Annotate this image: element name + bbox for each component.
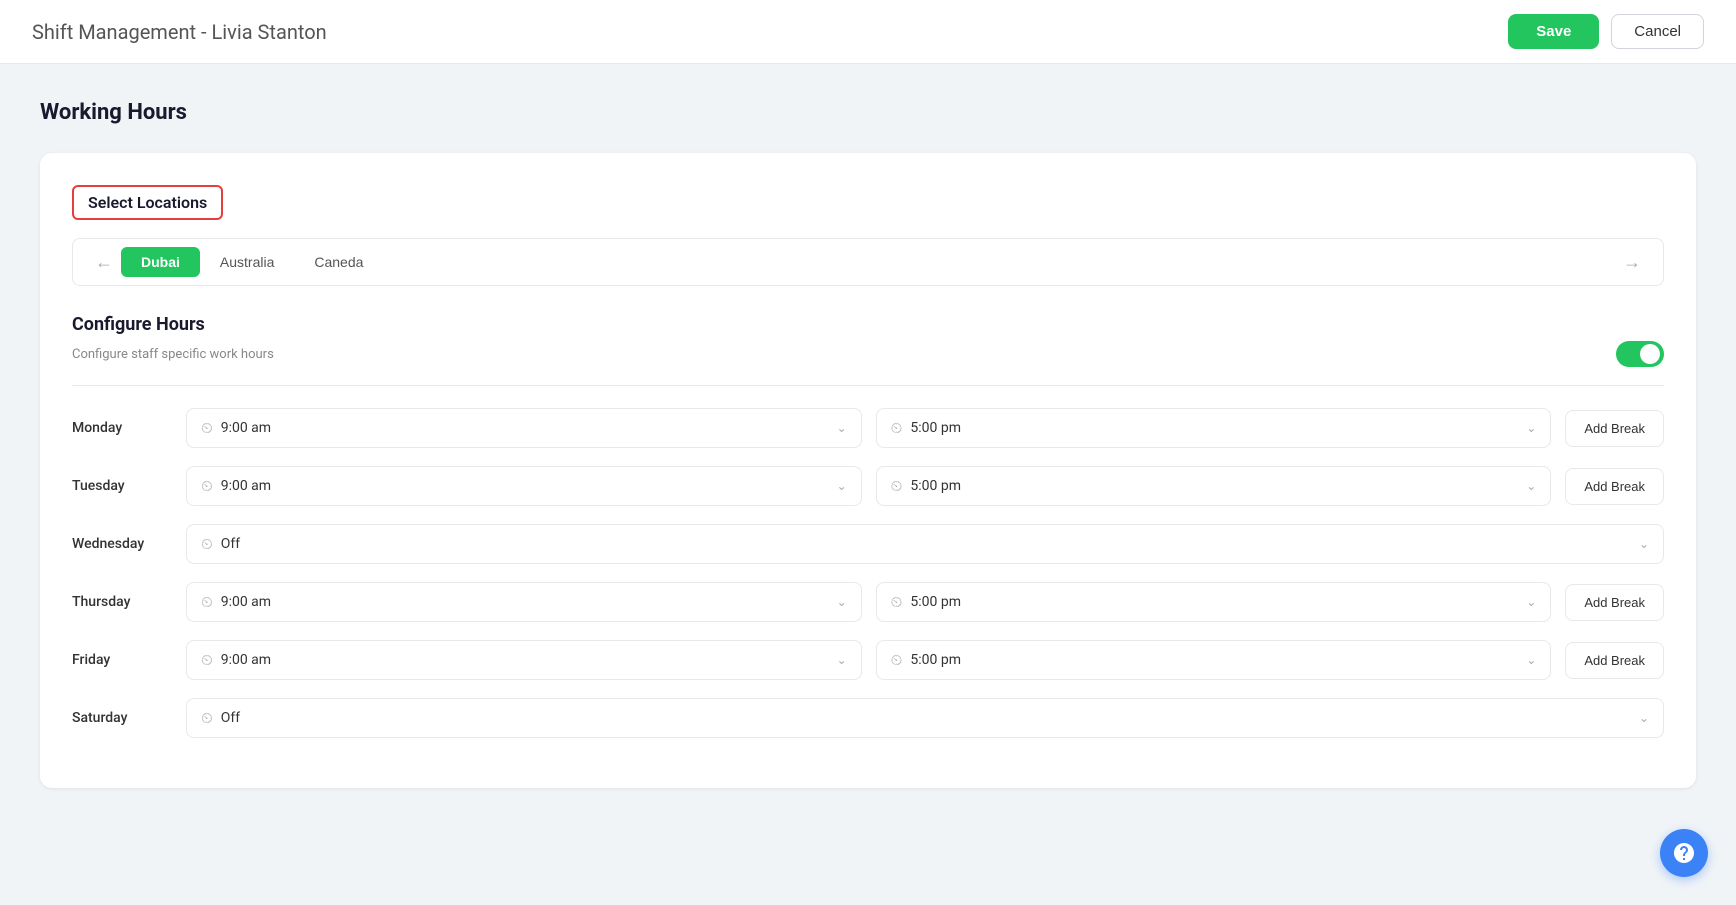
- app-title: Shift Management: [32, 20, 196, 44]
- help-icon: [1672, 841, 1696, 865]
- toggle-slider: [1616, 341, 1664, 367]
- schedule-row-wednesday: Wednesday ⏲ Off ⌄: [72, 524, 1664, 564]
- header: Shift Management - Livia Stanton Save Ca…: [0, 0, 1736, 64]
- card: Select Locations ← Dubai Australia Caned…: [40, 153, 1696, 788]
- thursday-end-value: 5:00 pm: [910, 594, 1518, 610]
- friday-end-value: 5:00 pm: [910, 652, 1518, 668]
- help-button[interactable]: [1660, 829, 1708, 877]
- saturday-start-value: Off: [221, 710, 1631, 726]
- clock-icon: ⏲: [201, 535, 213, 553]
- thursday-start-value: 9:00 am: [221, 594, 829, 610]
- location-tab-australia[interactable]: Australia: [200, 247, 294, 277]
- chevron-down-icon: ⌄: [1526, 653, 1536, 667]
- chevron-down-icon: ⌄: [837, 421, 847, 435]
- clock-icon: ⏲: [201, 477, 213, 495]
- configure-hours-toggle[interactable]: [1616, 341, 1664, 367]
- chevron-down-icon: ⌄: [837, 479, 847, 493]
- save-button[interactable]: Save: [1508, 14, 1599, 49]
- friday-start-time[interactable]: ⏲ 9:00 am ⌄: [186, 640, 862, 680]
- day-label-friday: Friday: [72, 652, 172, 668]
- location-tabs-row: ← Dubai Australia Caneda →: [72, 238, 1664, 286]
- chevron-down-icon: ⌄: [1526, 595, 1536, 609]
- clock-icon: ⏲: [201, 419, 213, 437]
- day-label-thursday: Thursday: [72, 594, 172, 610]
- clock-icon: ⏲: [201, 651, 213, 669]
- tuesday-end-time[interactable]: ⏲ 5:00 pm ⌄: [876, 466, 1552, 506]
- location-tab-caneda[interactable]: Caneda: [294, 247, 383, 277]
- schedule-row-monday: Monday ⏲ 9:00 am ⌄ ⏲ 5:00 pm ⌄ Add Break: [72, 408, 1664, 448]
- friday-end-time[interactable]: ⏲ 5:00 pm ⌄: [876, 640, 1552, 680]
- day-label-saturday: Saturday: [72, 710, 172, 726]
- chevron-down-icon: ⌄: [837, 653, 847, 667]
- location-tab-dubai[interactable]: Dubai: [121, 247, 200, 277]
- friday-start-value: 9:00 am: [221, 652, 829, 668]
- cancel-button[interactable]: Cancel: [1611, 14, 1704, 49]
- thursday-add-break-button[interactable]: Add Break: [1565, 584, 1664, 621]
- header-actions: Save Cancel: [1508, 14, 1704, 49]
- friday-add-break-button[interactable]: Add Break: [1565, 642, 1664, 679]
- chevron-down-icon: ⌄: [1526, 479, 1536, 493]
- monday-start-time[interactable]: ⏲ 9:00 am ⌄: [186, 408, 862, 448]
- page-title: Working Hours: [40, 100, 1696, 125]
- saturday-start-time[interactable]: ⏲ Off ⌄: [186, 698, 1664, 738]
- clock-icon: ⏲: [891, 419, 903, 437]
- configure-hours-description: Configure staff specific work hours: [72, 347, 274, 362]
- chevron-down-icon: ⌄: [1526, 421, 1536, 435]
- day-label-wednesday: Wednesday: [72, 536, 172, 552]
- monday-add-break-button[interactable]: Add Break: [1565, 410, 1664, 447]
- schedule-row-tuesday: Tuesday ⏲ 9:00 am ⌄ ⏲ 5:00 pm ⌄ Add Brea…: [72, 466, 1664, 506]
- thursday-end-time[interactable]: ⏲ 5:00 pm ⌄: [876, 582, 1552, 622]
- tuesday-start-time[interactable]: ⏲ 9:00 am ⌄: [186, 466, 862, 506]
- wednesday-start-time[interactable]: ⏲ Off ⌄: [186, 524, 1664, 564]
- tuesday-add-break-button[interactable]: Add Break: [1565, 468, 1664, 505]
- tabs-prev-arrow[interactable]: ←: [87, 248, 121, 277]
- chevron-down-icon: ⌄: [1639, 537, 1649, 551]
- monday-end-value: 5:00 pm: [910, 420, 1518, 436]
- day-label-monday: Monday: [72, 420, 172, 436]
- clock-icon: ⏲: [891, 477, 903, 495]
- chevron-down-icon: ⌄: [1639, 711, 1649, 725]
- header-subtitle: Livia Stanton: [212, 20, 327, 44]
- monday-end-time[interactable]: ⏲ 5:00 pm ⌄: [876, 408, 1552, 448]
- page-heading: Shift Management - Livia Stanton: [32, 20, 327, 44]
- clock-icon: ⏲: [201, 709, 213, 727]
- clock-icon: ⏲: [891, 593, 903, 611]
- monday-start-value: 9:00 am: [221, 420, 829, 436]
- thursday-start-time[interactable]: ⏲ 9:00 am ⌄: [186, 582, 862, 622]
- configure-hours-desc-row: Configure staff specific work hours: [72, 341, 1664, 367]
- clock-icon: ⏲: [201, 593, 213, 611]
- header-separator: -: [201, 20, 212, 44]
- clock-icon: ⏲: [891, 651, 903, 669]
- configure-hours-title: Configure Hours: [72, 314, 1664, 335]
- tuesday-end-value: 5:00 pm: [910, 478, 1518, 494]
- schedule-row-friday: Friday ⏲ 9:00 am ⌄ ⏲ 5:00 pm ⌄ Add Break: [72, 640, 1664, 680]
- schedule-row-thursday: Thursday ⏲ 9:00 am ⌄ ⏲ 5:00 pm ⌄ Add Bre…: [72, 582, 1664, 622]
- tuesday-start-value: 9:00 am: [221, 478, 829, 494]
- tabs-next-arrow[interactable]: →: [1615, 248, 1649, 277]
- chevron-down-icon: ⌄: [837, 595, 847, 609]
- day-label-tuesday: Tuesday: [72, 478, 172, 494]
- divider: [72, 385, 1664, 386]
- wednesday-start-value: Off: [221, 536, 1631, 552]
- schedule-row-saturday: Saturday ⏲ Off ⌄: [72, 698, 1664, 738]
- main-content: Working Hours Select Locations ← Dubai A…: [0, 64, 1736, 824]
- select-locations-label: Select Locations: [72, 185, 223, 220]
